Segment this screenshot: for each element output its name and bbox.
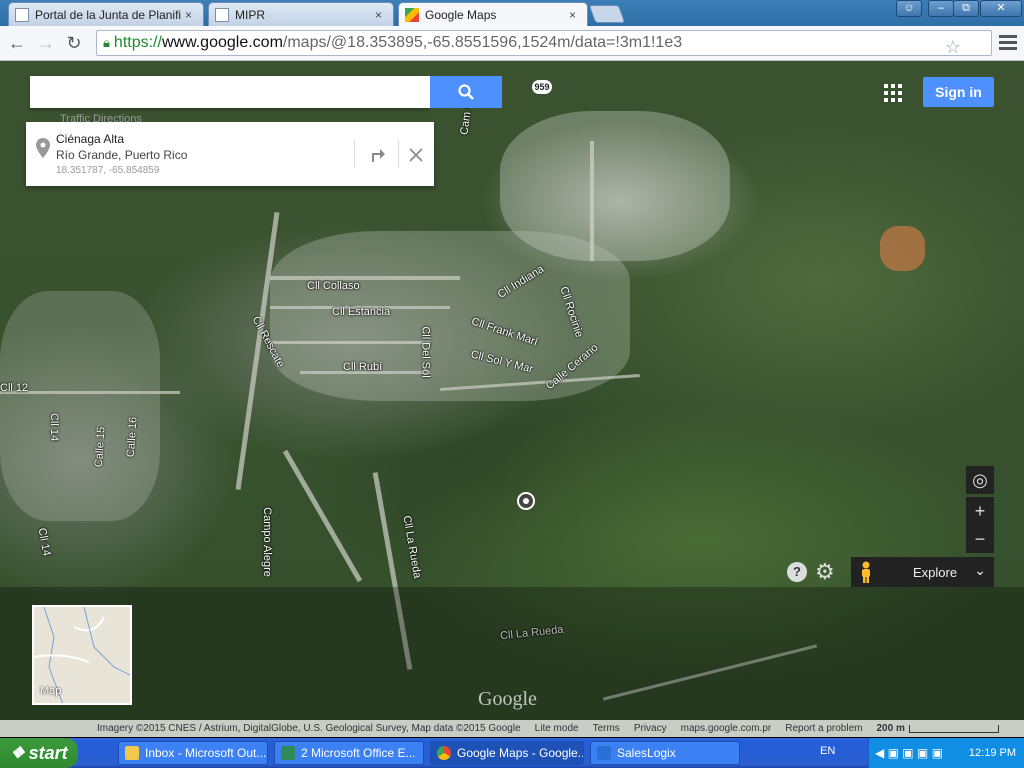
- browser-titlebar: Portal de la Junta de Planificac × MIPR …: [0, 0, 1024, 26]
- minimap-label: Map: [40, 685, 62, 697]
- minimize-button[interactable]: –: [928, 0, 954, 17]
- explore-button[interactable]: Explore ⌄: [880, 557, 994, 587]
- street-label: Cll Collaso: [307, 280, 360, 292]
- street-label: Cll Estancia: [332, 306, 391, 318]
- close-tab-icon[interactable]: ×: [185, 8, 197, 22]
- help-icon[interactable]: ?: [787, 562, 807, 582]
- scale-bar: [908, 724, 999, 733]
- close-icon[interactable]: [409, 148, 423, 162]
- close-tab-icon[interactable]: ×: [569, 8, 581, 22]
- chrome-menu-icon[interactable]: [999, 35, 1017, 51]
- taskbar-item-excel[interactable]: 2 Microsoft Office E...: [274, 741, 424, 765]
- search-button[interactable]: [430, 76, 502, 108]
- privacy-link[interactable]: Privacy: [634, 723, 667, 734]
- route-shield: 959: [532, 80, 552, 94]
- taskbar-item-chrome[interactable]: Google Maps - Google...: [430, 741, 584, 765]
- street-label: Cll 14: [35, 527, 53, 557]
- zoom-in-button[interactable]: +: [966, 497, 994, 525]
- tab-portal[interactable]: Portal de la Junta de Planificac ×: [8, 2, 204, 26]
- report-problem-link[interactable]: Report a problem: [785, 723, 862, 734]
- windows-logo-icon: ❖: [10, 745, 25, 762]
- close-window-button[interactable]: ✕: [980, 0, 1022, 17]
- tray-icons[interactable]: ◀ ▣ ▣ ▣ ▣: [875, 746, 943, 760]
- outlook-icon: [125, 746, 139, 760]
- my-location-icon[interactable]: ◎: [966, 466, 994, 494]
- document-icon: [215, 7, 229, 22]
- street-label: Cll 12: [0, 382, 29, 394]
- map-pin-icon: [36, 138, 50, 158]
- directions-icon[interactable]: [368, 144, 388, 164]
- place-coordinates: 18.351787, -65.854859: [56, 165, 160, 176]
- back-arrow-icon[interactable]: ←: [5, 31, 29, 55]
- document-icon: [15, 7, 29, 22]
- system-tray: ◀ ▣ ▣ ▣ ▣ 12:19 PM: [868, 738, 1024, 768]
- divider: [398, 140, 399, 168]
- user-icon[interactable]: ☺: [896, 0, 922, 17]
- google-maps-icon: [405, 7, 419, 22]
- street-label: Campo Alegre: [260, 507, 273, 577]
- place-name: Ciénaga Alta: [56, 132, 125, 146]
- settings-gear-icon[interactable]: ⚙︎: [815, 559, 835, 585]
- saleslogix-icon: [597, 746, 611, 760]
- forward-arrow-icon[interactable]: →: [34, 31, 58, 55]
- clock: 12:19 PM: [968, 747, 1016, 759]
- start-button[interactable]: ❖ start: [0, 738, 78, 768]
- street-label: Cll 14: [48, 412, 61, 442]
- chevron-down-icon: ⌄: [974, 562, 986, 578]
- location-pin-icon[interactable]: [517, 492, 535, 510]
- map-footer: Imagery ©2015 CNES / Astrium, DigitalGlo…: [0, 720, 1024, 737]
- zoom-out-button[interactable]: −: [966, 525, 994, 553]
- street-label: Cll La Rueda: [400, 514, 424, 580]
- chrome-icon: [437, 746, 451, 760]
- tab-google-maps[interactable]: Google Maps ×: [398, 2, 588, 26]
- map-view-toggle[interactable]: Map: [32, 605, 132, 705]
- search-icon: [458, 84, 474, 100]
- reload-icon[interactable]: ↻: [62, 31, 86, 55]
- taskbar-item-outlook[interactable]: Inbox - Microsoft Out...: [118, 741, 268, 765]
- place-region: Río Grande, Puerto Rico: [56, 148, 188, 162]
- sign-in-button[interactable]: Sign in: [923, 77, 994, 107]
- restore-button[interactable]: ⧉: [953, 0, 979, 17]
- scale-label[interactable]: 200 m: [876, 723, 904, 734]
- language-indicator[interactable]: EN: [820, 745, 835, 757]
- divider: [354, 140, 355, 168]
- google-logo: Google: [478, 688, 537, 710]
- pegman-icon[interactable]: [851, 557, 880, 587]
- apps-grid-icon[interactable]: [884, 84, 902, 102]
- tab-mipr[interactable]: MIPR ×: [208, 2, 394, 26]
- domain-link[interactable]: maps.google.com.pr: [681, 723, 772, 734]
- address-bar[interactable]: 🔒︎ https://www.google.com/maps/@18.35389…: [96, 30, 992, 58]
- place-card[interactable]: Ciénaga Alta Río Grande, Puerto Rico 18.…: [26, 122, 434, 186]
- explore-label: Explore: [913, 564, 958, 580]
- new-tab-button[interactable]: [588, 5, 626, 23]
- imagery-attribution: Imagery ©2015 CNES / Astrium, DigitalGlo…: [97, 723, 521, 734]
- terms-link[interactable]: Terms: [593, 723, 620, 734]
- taskbar-item-saleslogix[interactable]: SalesLogix: [590, 741, 740, 765]
- browser-toolbar: ← → ↻ 🔒︎ https://www.google.com/maps/@18…: [0, 26, 1024, 61]
- lite-mode-link[interactable]: Lite mode: [535, 723, 579, 734]
- bookmark-star-icon[interactable]: ☆: [945, 37, 961, 58]
- lock-icon: 🔒︎: [103, 35, 110, 50]
- street-label: Cll Del Sol: [419, 326, 432, 378]
- close-tab-icon[interactable]: ×: [375, 8, 387, 22]
- map-bottom-shade: [0, 587, 1024, 737]
- street-label: Cll Rubí: [343, 361, 383, 373]
- excel-icon: [281, 746, 295, 760]
- search-input[interactable]: [30, 76, 430, 108]
